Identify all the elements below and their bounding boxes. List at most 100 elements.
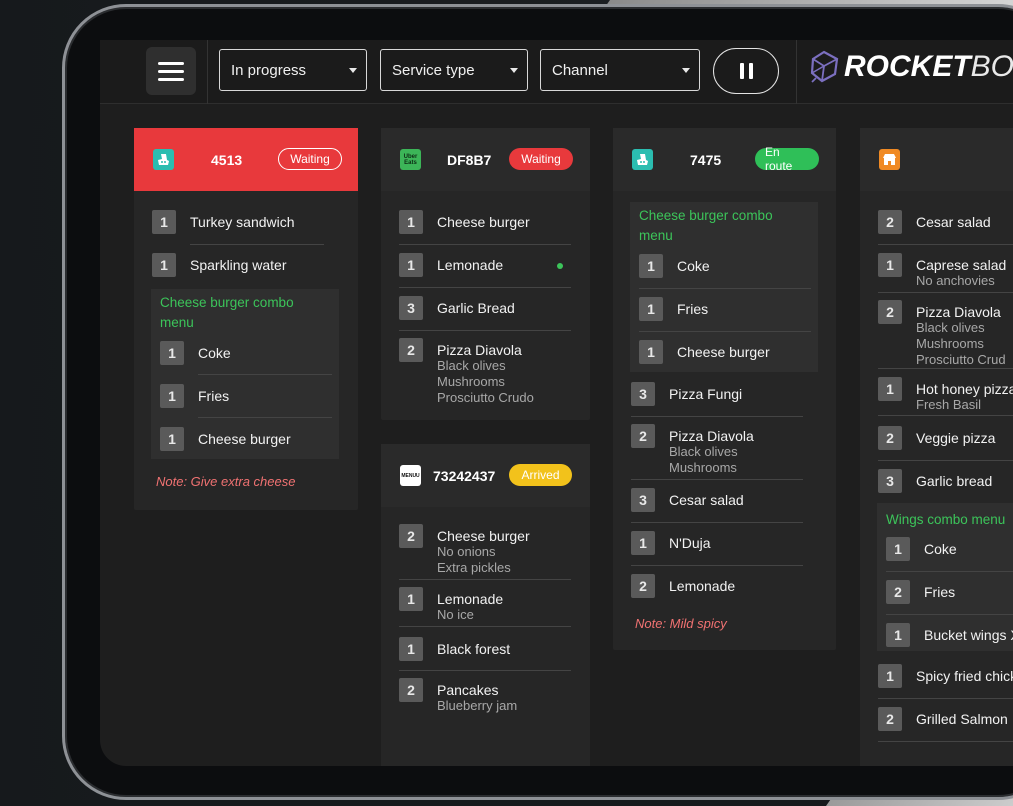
item-modifier: No onions bbox=[437, 544, 496, 559]
list-item: 2 Pizza Diavola Black olives Mushrooms P… bbox=[878, 300, 1006, 368]
item-qty: 1 bbox=[878, 664, 902, 688]
order-card-4513[interactable]: 4513 Waiting 1 Turkey sandwich 1 Sparkli… bbox=[134, 128, 358, 510]
order-card-7475[interactable]: 7475 En route Cheese burger combo menu 1… bbox=[613, 128, 836, 650]
rocketbox-logo: ROCKETBOX bbox=[808, 50, 1013, 84]
item-name: Lemonade bbox=[437, 591, 504, 607]
list-item: 1 Sparkling water bbox=[152, 253, 287, 277]
list-item: 1 Hot honey pizza Fresh Basil bbox=[878, 377, 1013, 413]
channel-dropdown[interactable]: Channel bbox=[540, 49, 700, 91]
item-name: Turkey sandwich bbox=[190, 214, 295, 230]
combo-menu: Wings combo menu 1 Coke 2 Fries 1 Bucket… bbox=[877, 503, 1013, 651]
item-name: Black forest bbox=[437, 641, 511, 657]
item-name: Cheese burger bbox=[677, 344, 770, 360]
order-card-header bbox=[860, 128, 1013, 191]
item-qty: 1 bbox=[152, 210, 176, 234]
list-item: 1 Caprese salad No anchovies bbox=[878, 253, 1006, 289]
item-name: Veggie pizza bbox=[916, 430, 996, 446]
item-name: Grilled Salmon bbox=[916, 711, 1008, 727]
list-item: 1 N'Duja bbox=[631, 531, 711, 555]
item-qty: 1 bbox=[399, 587, 423, 611]
list-item: 1 Coke bbox=[639, 254, 710, 278]
order-number: 4513 bbox=[211, 152, 243, 168]
order-card-header: MENUU 73242437 Arrived bbox=[381, 444, 590, 507]
item-name: Sparkling water bbox=[190, 257, 287, 273]
item-qty: 2 bbox=[886, 580, 910, 604]
order-number: 73242437 bbox=[433, 468, 496, 484]
hamburger-menu-icon[interactable] bbox=[146, 47, 196, 95]
chevron-down-icon bbox=[510, 68, 518, 73]
pause-button[interactable] bbox=[713, 48, 779, 94]
item-qty: 1 bbox=[152, 253, 176, 277]
item-qty: 3 bbox=[878, 469, 902, 493]
divider bbox=[207, 40, 208, 104]
service-type-dropdown[interactable]: Service type bbox=[380, 49, 528, 91]
list-item: 1 Coke bbox=[160, 341, 231, 365]
item-modifier: Black olives bbox=[437, 358, 506, 373]
item-name: Coke bbox=[198, 345, 231, 361]
list-item: 3 Garlic bread bbox=[878, 469, 992, 493]
order-card-DF8B7[interactable]: Uber Eats DF8B7 Waiting 1 Cheese burger … bbox=[381, 128, 590, 420]
order-number: DF8B7 bbox=[447, 152, 492, 168]
list-item: 1 Cheese burger bbox=[639, 340, 770, 364]
item-qty: 1 bbox=[399, 253, 423, 277]
rocketbox-logo-icon bbox=[810, 50, 839, 83]
item-name: Coke bbox=[924, 541, 957, 557]
status-badge: Arrived bbox=[509, 464, 572, 486]
item-qty: 1 bbox=[639, 340, 663, 364]
order-card-73242437[interactable]: MENUU 73242437 Arrived 2 Cheese burger N… bbox=[381, 444, 590, 766]
divider bbox=[796, 40, 797, 104]
item-name: Pizza Diavola bbox=[669, 428, 754, 444]
item-name: Hot honey pizza bbox=[916, 381, 1013, 397]
pause-icon bbox=[739, 63, 744, 79]
item-name: Pizza Diavola bbox=[437, 342, 522, 358]
combo-title: Cheese burger combo menu bbox=[639, 208, 773, 243]
channel-value: Channel bbox=[552, 61, 608, 79]
item-qty: 1 bbox=[631, 531, 655, 555]
item-name: Cesar salad bbox=[916, 214, 991, 230]
logo-rocket: ROCKET bbox=[844, 50, 971, 83]
list-item: 2 Veggie pizza bbox=[878, 426, 995, 450]
ready-indicator bbox=[557, 263, 563, 269]
uber-eats-icon: Uber Eats bbox=[400, 149, 421, 170]
list-item: 1 Cheese burger bbox=[399, 210, 530, 234]
item-qty: 1 bbox=[160, 427, 184, 451]
item-qty: 2 bbox=[878, 707, 902, 731]
list-item: 2 Pancakes Blueberry jam bbox=[399, 678, 517, 714]
item-modifier: Mushrooms bbox=[669, 460, 737, 475]
item-qty: 1 bbox=[160, 384, 184, 408]
item-qty: 2 bbox=[399, 338, 423, 362]
top-bar: In progress Service type Channel ROCKETB… bbox=[100, 40, 1013, 104]
item-modifier: Black olives bbox=[916, 320, 985, 335]
item-modifier: Mushrooms bbox=[916, 336, 984, 351]
item-modifier: Prosciutto Crud bbox=[916, 352, 1006, 367]
list-item: 2 Cesar salad bbox=[878, 210, 991, 234]
kitchen-display-screen: In progress Service type Channel ROCKETB… bbox=[100, 40, 1013, 766]
item-name: Pancakes bbox=[437, 682, 499, 698]
item-qty: 1 bbox=[399, 637, 423, 661]
web-shop-icon bbox=[879, 149, 900, 170]
item-qty: 1 bbox=[639, 254, 663, 278]
order-card-header: Uber Eats DF8B7 Waiting bbox=[381, 128, 590, 191]
item-qty: 1 bbox=[399, 210, 423, 234]
list-item: 1 Fries bbox=[160, 384, 229, 408]
item-name: Fries bbox=[198, 388, 230, 404]
list-item: 2 Grilled Salmon bbox=[878, 707, 1008, 731]
order-card-web-shop[interactable]: 2 Cesar salad 1 Caprese salad No anchovi… bbox=[860, 128, 1013, 766]
deliveroo-icon bbox=[153, 149, 174, 170]
list-item: 2 Lemonade bbox=[631, 574, 735, 598]
status-filter-dropdown[interactable]: In progress bbox=[219, 49, 367, 91]
combo-title: Wings combo menu bbox=[886, 512, 1006, 527]
item-name: Pizza Diavola bbox=[916, 304, 1001, 320]
item-qty: 2 bbox=[631, 574, 655, 598]
item-qty: 2 bbox=[878, 300, 902, 324]
item-name: Cesar salad bbox=[669, 492, 744, 508]
item-name: Garlic bread bbox=[916, 473, 993, 489]
list-item: 1 Spicy fried chick bbox=[878, 664, 1013, 688]
list-item: 1 Black forest bbox=[399, 637, 510, 661]
list-item: 3 Garlic Bread bbox=[399, 296, 515, 320]
item-name: Coke bbox=[677, 258, 710, 274]
status-badge: Waiting bbox=[509, 148, 573, 170]
order-note: Note: Mild spicy bbox=[635, 616, 727, 631]
item-name: Cheese burger bbox=[437, 528, 530, 544]
list-item: 1 Fries bbox=[639, 297, 708, 321]
